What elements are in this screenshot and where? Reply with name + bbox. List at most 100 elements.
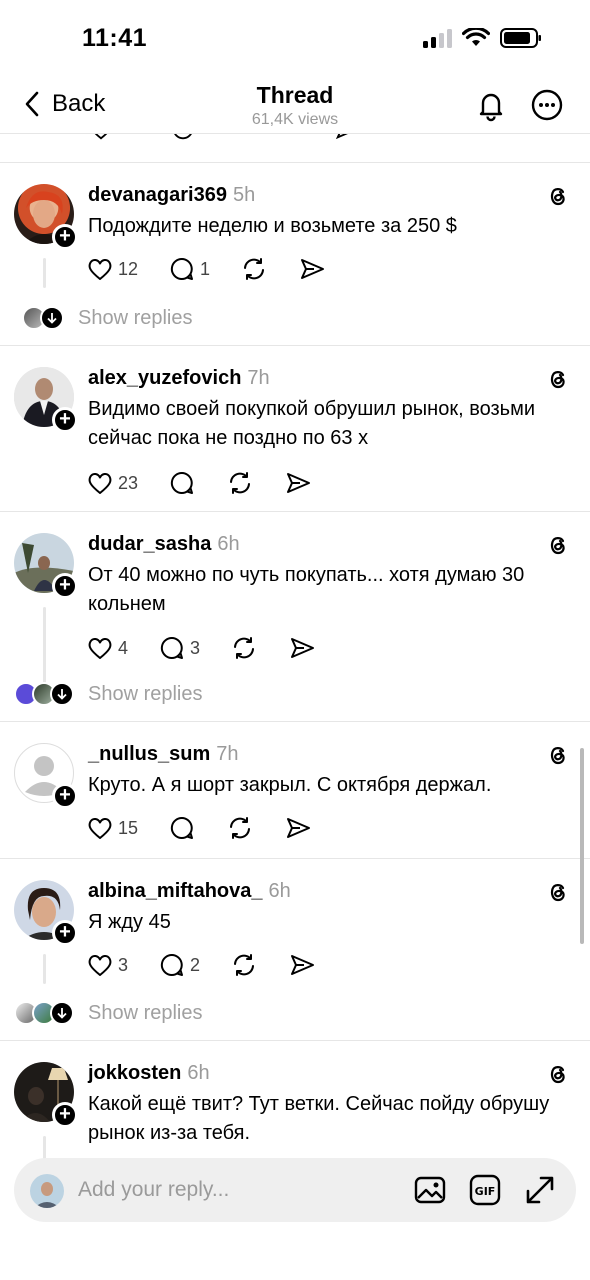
like-button[interactable]: 23 <box>86 468 138 498</box>
follow-button[interactable]: + <box>52 783 78 809</box>
share-button[interactable] <box>298 254 326 284</box>
share-button[interactable] <box>284 813 312 843</box>
heart-icon <box>88 955 112 976</box>
show-replies-row[interactable]: Show replies <box>14 1001 203 1025</box>
gif-icon[interactable]: GIF <box>469 1174 501 1206</box>
signal-icon <box>423 28 452 48</box>
post-text: Подождите неделю и возьмете за 250 $ <box>88 215 457 237</box>
thread-header: Back Thread 61,4K views <box>0 76 590 134</box>
follow-button[interactable]: + <box>52 1102 78 1128</box>
username[interactable]: albina_miftahova_ 6h <box>88 880 291 903</box>
username[interactable]: _nullus_sum 7h <box>88 743 239 766</box>
reply-post[interactable]: + jokkosten 6h Какой ещё твит? Тут ветки.… <box>0 1040 590 1164</box>
arrow-down-icon <box>50 1001 74 1025</box>
post-actions: 23 <box>86 468 342 498</box>
post-actions: 15 <box>86 813 342 843</box>
share-button[interactable] <box>284 468 312 498</box>
repost-button[interactable] <box>240 254 268 284</box>
comment-count: 2 <box>190 954 201 975</box>
reply-input[interactable]: Add your reply... <box>78 1178 229 1202</box>
follow-button[interactable]: + <box>52 224 78 250</box>
like-count: 23 <box>118 472 139 493</box>
repost-icon <box>234 637 255 659</box>
more-options-icon[interactable] <box>530 88 564 122</box>
comment-button[interactable]: 3 <box>158 633 200 663</box>
post-actions: 3 2 <box>86 950 346 980</box>
battery-icon <box>500 28 541 48</box>
show-replies-link[interactable]: Show replies <box>78 307 193 330</box>
arrow-down-icon <box>40 306 64 330</box>
threads-logo-icon <box>550 884 565 902</box>
comment-icon <box>160 953 184 976</box>
username[interactable]: dudar_sasha 6h <box>88 533 240 556</box>
username[interactable]: alex_yuzefovich 7h <box>88 367 270 390</box>
threads-logo-icon <box>550 1066 565 1084</box>
threads-logo-icon <box>550 747 565 765</box>
heart-icon[interactable] <box>88 134 114 142</box>
reply-post[interactable]: + devanagari369 5h Подождите неделю и воз… <box>0 162 590 345</box>
like-button[interactable]: 3 <box>86 950 128 980</box>
follow-button[interactable]: + <box>52 920 78 946</box>
threads-logo-icon <box>550 188 565 206</box>
thread-feed[interactable]: + devanagari369 5h Подождите неделю и воз… <box>0 134 590 1164</box>
username[interactable]: jokkosten 6h <box>88 1062 210 1085</box>
comment-button[interactable]: 1 <box>168 254 210 284</box>
comment-icon[interactable] <box>170 134 196 142</box>
my-avatar <box>30 1174 64 1208</box>
threads-logo-icon <box>550 537 565 555</box>
share-icon <box>287 473 311 493</box>
thread-line <box>43 258 46 288</box>
post-text: Я жду 45 <box>88 911 171 933</box>
repost-button[interactable] <box>226 813 254 843</box>
status-bar: 11:41 <box>0 0 590 76</box>
post-actions: 4 3 <box>86 633 346 663</box>
show-replies-row[interactable]: Show replies <box>14 682 203 706</box>
comment-count: 1 <box>200 258 211 279</box>
reply-post[interactable]: + _nullus_sum 7h Круто. А я шорт закрыл. … <box>0 721 590 858</box>
wifi-icon <box>462 28 490 46</box>
like-count: 4 <box>118 637 129 658</box>
repost-button[interactable] <box>230 950 258 980</box>
follow-button[interactable]: + <box>52 407 78 433</box>
heart-icon <box>88 638 112 659</box>
like-button[interactable]: 4 <box>86 633 128 663</box>
post-text: Какой ещё твит? Тут ветки. Сейчас пойду … <box>88 1093 550 1144</box>
show-replies-link[interactable]: Show replies <box>88 683 203 706</box>
repost-icon[interactable] <box>252 134 278 142</box>
share-icon <box>287 818 311 838</box>
repost-icon <box>230 472 251 494</box>
repost-button[interactable] <box>230 633 258 663</box>
status-icons <box>423 28 542 48</box>
comment-button[interactable]: 2 <box>158 950 200 980</box>
like-count: 12 <box>118 258 139 279</box>
show-replies-link[interactable]: Show replies <box>88 1002 203 1025</box>
share-button[interactable] <box>288 633 316 663</box>
share-button[interactable] <box>288 950 316 980</box>
comment-button[interactable] <box>168 468 196 498</box>
repost-button[interactable] <box>226 468 254 498</box>
image-icon[interactable] <box>414 1174 446 1206</box>
repost-icon <box>234 954 255 976</box>
bell-icon[interactable] <box>474 88 508 122</box>
show-replies-row[interactable]: Show replies <box>22 306 193 330</box>
comment-button[interactable] <box>168 813 196 843</box>
follow-button[interactable]: + <box>52 573 78 599</box>
like-count: 3 <box>118 954 129 975</box>
heart-icon <box>88 259 112 280</box>
username[interactable]: devanagari369 5h <box>88 184 255 207</box>
comment-icon <box>160 636 184 659</box>
heart-icon <box>88 473 112 494</box>
status-time: 11:41 <box>82 24 148 52</box>
reply-post[interactable]: + alex_yuzefovich 7h Видимо своей покупко… <box>0 345 590 511</box>
heart-icon <box>88 818 112 839</box>
svg-text:GIF: GIF <box>475 1185 496 1198</box>
share-icon <box>291 955 315 975</box>
like-button[interactable]: 12 <box>86 254 138 284</box>
expand-icon[interactable] <box>524 1174 556 1206</box>
thread-line <box>43 954 46 984</box>
scrollbar[interactable] <box>580 748 584 944</box>
reply-bar[interactable]: Add your reply... GIF <box>14 1158 576 1222</box>
share-icon[interactable] <box>334 134 360 142</box>
like-button[interactable]: 15 <box>86 813 138 843</box>
comment-icon <box>170 257 194 280</box>
